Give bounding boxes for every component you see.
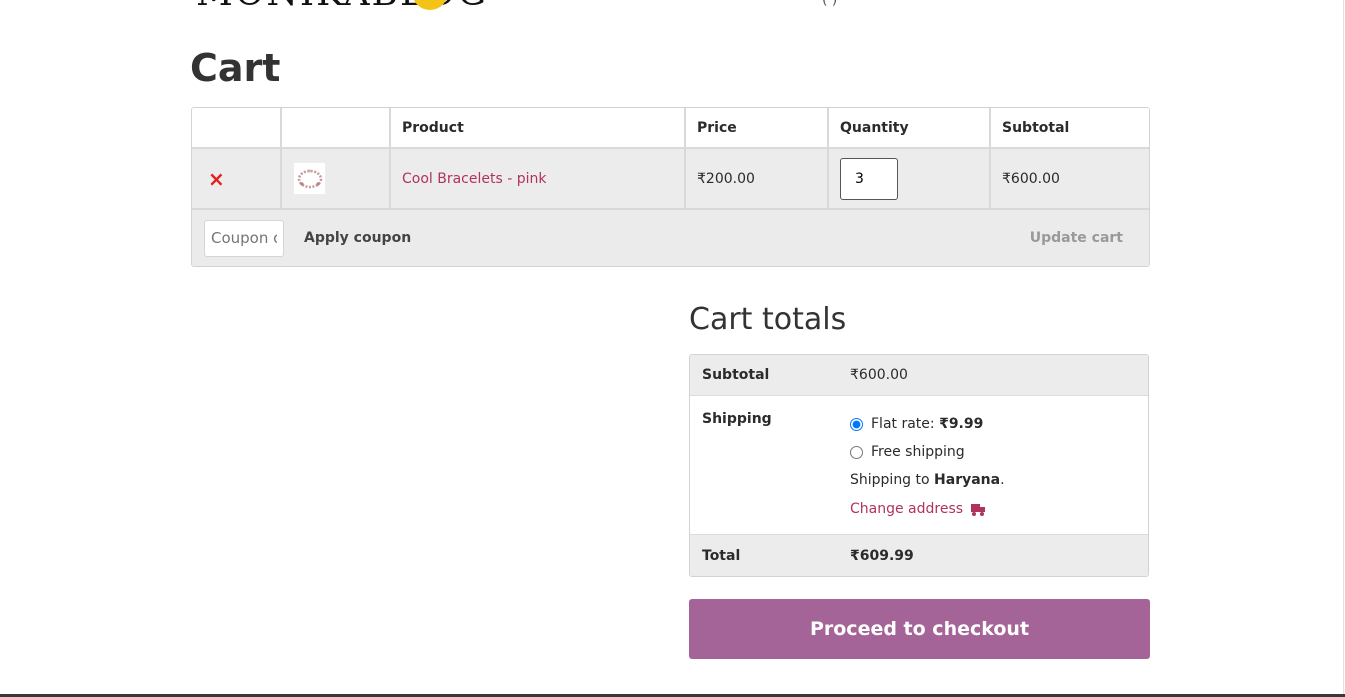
- shipping-option-flat-rate[interactable]: Flat rate: ₹9.99: [850, 410, 1148, 438]
- remove-item-icon[interactable]: ×: [208, 169, 225, 189]
- col-price-header: Price: [686, 108, 829, 147]
- total-value: ₹609.99: [850, 547, 914, 564]
- subtotal-value: ₹600.00: [850, 367, 908, 383]
- col-subtotal-header: Subtotal: [1002, 119, 1070, 136]
- cart-actions: Apply coupon Update cart: [192, 210, 1149, 266]
- truck-icon: [971, 503, 986, 516]
- cart-item-row: × Cool Bracelets - pink ₹200.00 ₹600.00: [192, 149, 1149, 210]
- bracelet-image: [297, 169, 322, 188]
- totals-total-row: Total ₹609.99: [690, 535, 1148, 576]
- proceed-to-checkout-button[interactable]: Proceed to checkout: [689, 599, 1150, 659]
- free-shipping-radio[interactable]: [850, 445, 863, 459]
- shipping-region: Haryana: [934, 472, 1001, 488]
- col-remove-header: [192, 108, 282, 147]
- shipping-option-free[interactable]: Free shipping: [850, 438, 1148, 466]
- quantity-input[interactable]: [840, 157, 898, 200]
- cart-table: Product Price Quantity Subtotal × Cool B…: [191, 107, 1150, 267]
- col-quantity-header: Quantity: [829, 108, 991, 147]
- col-thumbnail-header: [282, 108, 391, 147]
- page-edge-divider: [1343, 0, 1344, 697]
- header-nav-fragment: ( ): [822, 0, 838, 8]
- page-title: Cart: [190, 46, 281, 90]
- totals-subtotal-row: Subtotal ₹600.00: [690, 355, 1148, 396]
- cart-table-header: Product Price Quantity Subtotal: [192, 108, 1149, 149]
- flat-rate-radio[interactable]: [850, 417, 863, 431]
- change-address-label: Change address: [850, 501, 964, 517]
- site-logo[interactable]: MONIKABLOG: [196, 0, 486, 18]
- flat-rate-label: Flat rate:: [871, 416, 935, 432]
- total-label: Total: [702, 547, 741, 564]
- update-cart-button[interactable]: Update cart: [1015, 222, 1137, 254]
- free-shipping-label: Free shipping: [871, 444, 965, 460]
- item-price: ₹200.00: [686, 149, 829, 208]
- col-product-header: Product: [391, 108, 686, 147]
- shipping-label: Shipping: [702, 411, 772, 427]
- totals-shipping-row: Shipping Flat rate: ₹9.99 Free shipping …: [690, 396, 1148, 535]
- shipping-to-prefix: Shipping to: [850, 472, 930, 488]
- product-thumbnail[interactable]: [293, 162, 326, 195]
- cart-totals-table: Subtotal ₹600.00 Shipping Flat rate: ₹9.…: [689, 354, 1149, 577]
- coupon-code-input[interactable]: [204, 219, 284, 257]
- item-subtotal: ₹600.00: [1002, 170, 1060, 187]
- shipping-to-suffix: .: [1000, 472, 1005, 488]
- cart-totals-title: Cart totals: [689, 302, 847, 337]
- apply-coupon-button[interactable]: Apply coupon: [290, 222, 426, 254]
- change-address-link[interactable]: Change address: [850, 494, 1148, 524]
- shipping-destination: Shipping to Haryana.: [850, 466, 1148, 494]
- flat-rate-amount: ₹9.99: [939, 416, 984, 432]
- subtotal-label: Subtotal: [702, 367, 770, 383]
- product-name-link[interactable]: Cool Bracelets - pink: [402, 171, 547, 187]
